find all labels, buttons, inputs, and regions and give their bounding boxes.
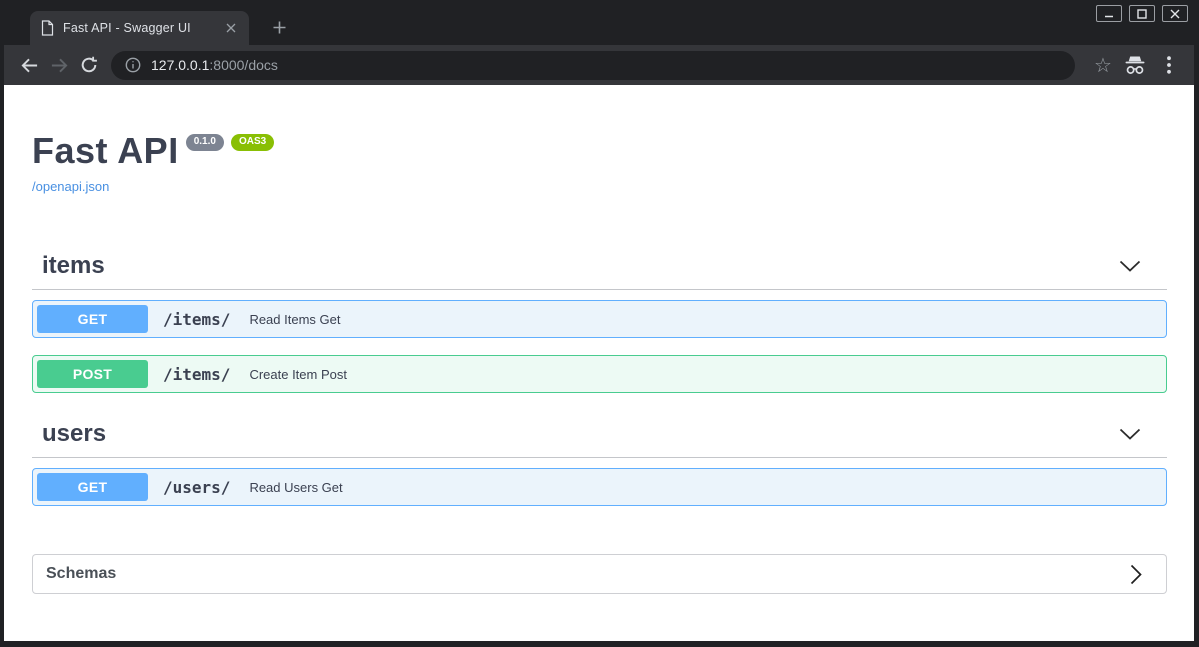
titlebar: Fast API - Swagger UI — [4, 0, 1194, 45]
version-badge: 0.1.0 — [185, 134, 224, 151]
tag-header-users[interactable]: users — [32, 420, 1167, 458]
oas3-badge: OAS3 — [230, 134, 275, 151]
operation-path: /users/ — [163, 477, 231, 497]
swagger-page: Fast API 0.1.0 OAS3 /openapi.json items … — [4, 85, 1194, 641]
address-bar[interactable]: 127.0.0.1:8000/docs — [111, 50, 1075, 80]
tag-name: users — [42, 420, 107, 447]
operation-summary: Create Item Post — [249, 366, 347, 382]
close-icon[interactable] — [1162, 5, 1188, 22]
browser-tab[interactable]: Fast API - Swagger UI — [30, 11, 249, 45]
operation-path: /items/ — [163, 309, 231, 329]
window-controls — [1096, 5, 1188, 22]
page-icon — [41, 20, 54, 36]
operation-summary: Read Items Get — [249, 311, 341, 327]
chevron-down-icon[interactable] — [1119, 260, 1141, 273]
tab-title: Fast API - Swagger UI — [63, 21, 191, 35]
forward-icon[interactable] — [44, 50, 74, 80]
incognito-icon — [1118, 50, 1152, 80]
url-host: 127.0.0.1 — [151, 57, 210, 73]
minimize-icon[interactable] — [1096, 5, 1122, 22]
operation-path: /items/ — [163, 364, 231, 384]
chevron-right-icon[interactable] — [1130, 564, 1142, 585]
tab-close-icon[interactable] — [222, 19, 240, 37]
new-tab-icon[interactable] — [266, 14, 292, 40]
reload-icon[interactable] — [74, 50, 104, 80]
schemas-label: Schemas — [46, 565, 117, 582]
maximize-icon[interactable] — [1129, 5, 1155, 22]
tag-name: items — [42, 252, 105, 279]
api-info: Fast API 0.1.0 OAS3 /openapi.json — [32, 133, 1167, 196]
back-icon[interactable] — [14, 50, 44, 80]
tag-section-items: items GET /items/ Read Items Get POST /i… — [32, 252, 1167, 393]
operation-summary: Read Users Get — [249, 479, 343, 495]
openapi-json-link[interactable]: /openapi.json — [32, 179, 109, 194]
star-icon[interactable]: ☆ — [1088, 53, 1118, 78]
kebab-menu-icon[interactable] — [1152, 50, 1186, 80]
opblock-get-users[interactable]: GET /users/ Read Users Get — [32, 468, 1167, 506]
schemas-section[interactable]: Schemas — [32, 554, 1167, 594]
info-icon[interactable] — [125, 57, 141, 73]
chevron-down-icon[interactable] — [1119, 428, 1141, 441]
opblock-post-items[interactable]: POST /items/ Create Item Post — [32, 355, 1167, 393]
browser-toolbar: 127.0.0.1:8000/docs ☆ — [4, 45, 1194, 85]
browser-window: Fast API - Swagger UI 127.0.0.1:8000/doc… — [0, 0, 1199, 647]
tag-header-items[interactable]: items — [32, 252, 1167, 290]
tag-section-users: users GET /users/ Read Users Get — [32, 420, 1167, 506]
method-badge: POST — [37, 360, 148, 388]
method-badge: GET — [37, 473, 148, 501]
opblock-get-items[interactable]: GET /items/ Read Items Get — [32, 300, 1167, 338]
method-badge: GET — [37, 305, 148, 333]
page-title: Fast API — [32, 130, 179, 171]
url-text: 127.0.0.1:8000/docs — [151, 57, 278, 73]
url-path: :8000/docs — [209, 57, 278, 73]
